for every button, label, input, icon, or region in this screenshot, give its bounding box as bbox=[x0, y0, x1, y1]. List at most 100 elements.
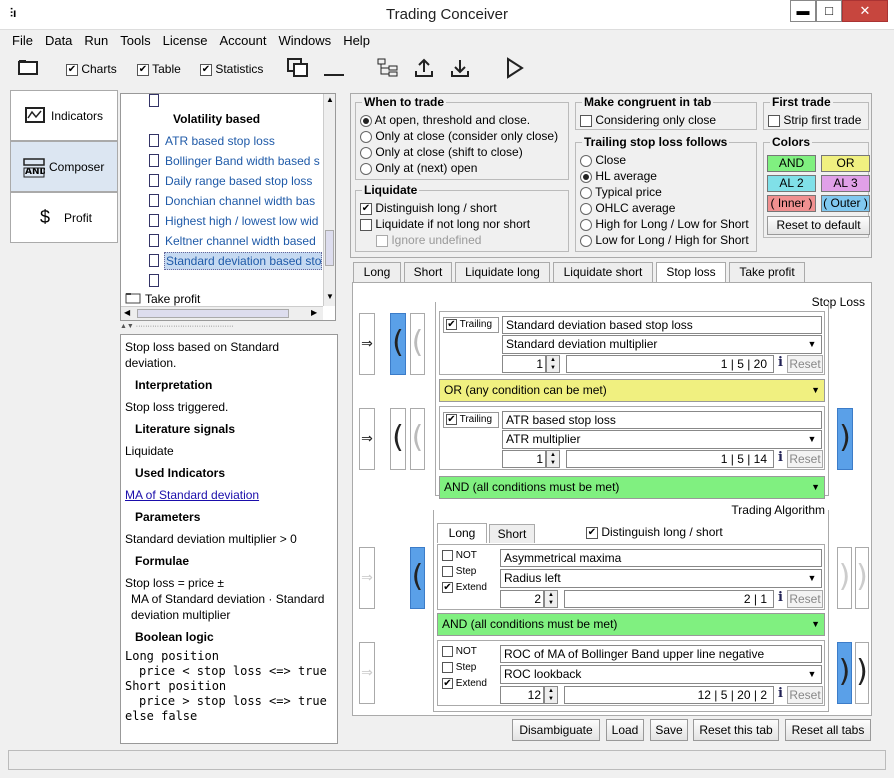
tab-long[interactable]: Long bbox=[353, 262, 401, 282]
table-checkbox[interactable] bbox=[137, 63, 149, 76]
equals-toggle[interactable]: ⇒ bbox=[359, 547, 375, 609]
splitter[interactable]: ▲▼ ·····································… bbox=[120, 323, 338, 331]
menu-file[interactable]: File bbox=[6, 30, 39, 48]
algo-tab-long[interactable]: Long bbox=[437, 523, 487, 543]
info-icon[interactable]: i bbox=[778, 355, 783, 370]
charts-checkbox[interactable] bbox=[66, 63, 78, 76]
condition-name-field[interactable]: ROC of MA of Bollinger Band upper line n… bbox=[500, 645, 822, 663]
trailing-option[interactable]: Typical price bbox=[580, 185, 662, 199]
close-paren[interactable]: ) bbox=[837, 547, 852, 609]
not-toggle[interactable]: NOT bbox=[442, 646, 477, 657]
disambiguate-button[interactable]: Disambiguate bbox=[512, 719, 600, 741]
tab-stop-loss[interactable]: Stop loss bbox=[656, 262, 726, 282]
checkbox[interactable] bbox=[446, 319, 457, 330]
parameter-value-input[interactable]: 12 bbox=[500, 686, 544, 704]
trailing-option[interactable]: High for Long / Low for Short bbox=[580, 217, 749, 231]
statistics-toggle[interactable]: Statistics bbox=[200, 62, 263, 76]
equals-toggle[interactable]: ⇒ bbox=[359, 408, 375, 470]
scroll-up-icon[interactable]: ▲ bbox=[326, 95, 334, 104]
close-paren[interactable]: ) bbox=[855, 642, 869, 704]
reset-parameter-button[interactable]: Reset bbox=[787, 450, 823, 468]
reset-all-tabs-button[interactable]: Reset all tabs bbox=[785, 719, 871, 741]
folder-icon[interactable] bbox=[18, 59, 38, 75]
menu-help[interactable]: Help bbox=[337, 30, 376, 48]
not-toggle[interactable]: NOT bbox=[442, 550, 477, 561]
radio-button[interactable] bbox=[580, 186, 592, 199]
outer-color-button[interactable]: ( Outer ) bbox=[821, 195, 870, 212]
checkbox[interactable] bbox=[442, 646, 453, 657]
tab-composer[interactable]: AND Composer bbox=[10, 141, 118, 192]
checkbox[interactable] bbox=[580, 114, 592, 127]
radio-button[interactable] bbox=[360, 146, 372, 159]
upload-icon[interactable] bbox=[414, 58, 434, 78]
when-option[interactable]: At open, threshold and close. bbox=[360, 113, 530, 127]
checkbox[interactable] bbox=[768, 114, 780, 127]
extend-toggle[interactable]: Extend bbox=[442, 678, 487, 689]
trailing-option[interactable]: Close bbox=[580, 153, 626, 167]
and-operator-select[interactable]: AND (all conditions must be met) ▼ bbox=[437, 613, 825, 636]
spinner-buttons[interactable]: ▲ ▼ bbox=[544, 590, 558, 608]
menu-license[interactable]: License bbox=[157, 30, 214, 48]
equals-toggle[interactable]: ⇒ bbox=[359, 642, 375, 704]
radio-button[interactable] bbox=[580, 154, 592, 167]
extend-toggle[interactable]: Extend bbox=[442, 582, 487, 593]
tab-indicators[interactable]: Indicators bbox=[10, 90, 118, 141]
distinguish-long-short-option[interactable]: Distinguish long / short bbox=[586, 525, 723, 539]
minimize-all-icon[interactable] bbox=[323, 58, 345, 78]
al3-color-button[interactable]: AL 3 bbox=[821, 175, 870, 192]
open-paren[interactable]: ( bbox=[390, 408, 406, 470]
reset-colors-button[interactable]: Reset to default bbox=[767, 216, 870, 235]
inner-color-button[interactable]: ( Inner ) bbox=[767, 195, 816, 212]
save-button[interactable]: Save bbox=[650, 719, 688, 741]
checkbox[interactable] bbox=[360, 202, 372, 215]
parameter-value-input[interactable]: 1 bbox=[502, 450, 546, 468]
windows-icon[interactable] bbox=[287, 58, 309, 78]
parameter-select[interactable]: Standard deviation multiplier ▼ bbox=[502, 335, 822, 354]
menu-tools[interactable]: Tools bbox=[114, 30, 156, 48]
open-paren-selected[interactable]: ( bbox=[390, 313, 406, 375]
trailing-option[interactable]: OHLC average bbox=[580, 201, 675, 215]
load-button[interactable]: Load bbox=[606, 719, 644, 741]
equals-toggle[interactable]: ⇒ bbox=[359, 313, 375, 375]
menu-data[interactable]: Data bbox=[39, 30, 78, 48]
tree-vertical-scrollbar[interactable]: ▲ ▼ bbox=[323, 94, 335, 306]
minimize-button[interactable]: ▬ bbox=[790, 0, 816, 22]
tab-take-profit[interactable]: Take profit bbox=[729, 262, 805, 282]
radio-button[interactable] bbox=[580, 202, 592, 215]
trailing-option[interactable]: Low for Long / High for Short bbox=[580, 233, 749, 247]
tab-liquidate-long[interactable]: Liquidate long bbox=[455, 262, 550, 282]
checkbox[interactable] bbox=[442, 582, 453, 593]
distinguish-option[interactable]: Distinguish long / short bbox=[360, 201, 497, 215]
radio-button[interactable] bbox=[360, 114, 372, 127]
checkbox[interactable] bbox=[360, 218, 372, 231]
parameter-select[interactable]: ATR multiplier ▼ bbox=[502, 430, 822, 449]
open-paren-selected[interactable]: ( bbox=[410, 547, 425, 609]
reset-parameter-button[interactable]: Reset bbox=[787, 590, 823, 608]
checkbox[interactable] bbox=[446, 414, 457, 425]
statistics-checkbox[interactable] bbox=[200, 63, 212, 76]
checkbox[interactable] bbox=[442, 550, 453, 561]
info-icon[interactable]: i bbox=[778, 450, 783, 465]
open-paren[interactable]: ( bbox=[410, 408, 425, 470]
run-play-icon[interactable] bbox=[505, 57, 525, 79]
scroll-right-icon[interactable]: ▶ bbox=[311, 308, 317, 317]
scroll-left-icon[interactable]: ◀ bbox=[124, 308, 130, 317]
scroll-thumb[interactable] bbox=[325, 230, 334, 266]
or-color-button[interactable]: OR bbox=[821, 155, 870, 172]
spinner-buttons[interactable]: ▲ ▼ bbox=[544, 686, 558, 704]
scroll-down-icon[interactable]: ▼ bbox=[326, 292, 334, 301]
radio-button[interactable] bbox=[580, 170, 592, 183]
open-paren[interactable]: ( bbox=[410, 313, 425, 375]
info-icon[interactable]: i bbox=[778, 590, 783, 605]
reset-tab-button[interactable]: Reset this tab bbox=[693, 719, 779, 741]
or-operator-select[interactable]: OR (any condition can be met) ▼ bbox=[439, 379, 825, 402]
checkbox[interactable] bbox=[586, 526, 598, 539]
parameter-select[interactable]: ROC lookback ▼ bbox=[500, 665, 822, 684]
radio-button[interactable] bbox=[580, 218, 592, 231]
maximize-button[interactable]: □ bbox=[816, 0, 842, 22]
radio-button[interactable] bbox=[360, 130, 372, 143]
radio-button[interactable] bbox=[580, 234, 592, 247]
spinner-buttons[interactable]: ▲ ▼ bbox=[546, 355, 560, 373]
condition-name-field[interactable]: Asymmetrical maxima bbox=[500, 549, 822, 567]
condition-name-field[interactable]: ATR based stop loss bbox=[502, 411, 822, 429]
